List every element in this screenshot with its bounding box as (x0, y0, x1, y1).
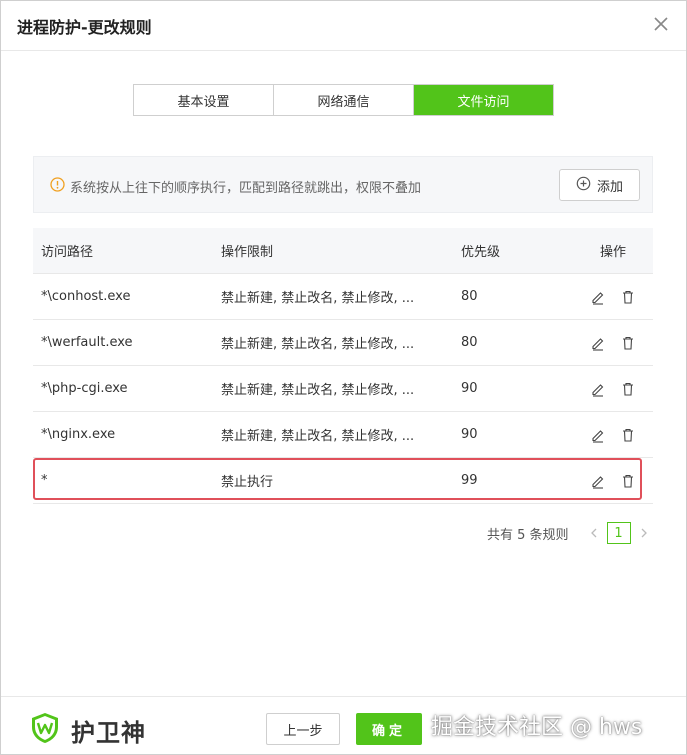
notice-bar: 系统按从上往下的顺序执行，匹配到路径就跳出，权限不叠加 添加 (33, 156, 653, 213)
add-button[interactable]: 添加 (559, 169, 640, 201)
tab-bar: 基本设置 网络通信 文件访问 (133, 84, 554, 116)
tab-network[interactable]: 网络通信 (274, 85, 414, 115)
pagination: 共有 5 条规则 1 (487, 521, 657, 545)
header-path: 访问路径 (41, 245, 94, 260)
tab-file-access[interactable]: 文件访问 (414, 85, 553, 115)
edit-icon[interactable] (590, 427, 606, 443)
chevron-right-icon[interactable] (637, 526, 651, 540)
trash-icon[interactable] (620, 289, 636, 305)
pagination-summary: 共有 5 条规则 (487, 527, 569, 543)
table-row: *\conhost.exe 禁止新建, 禁止改名, 禁止修改, ... 80 (33, 274, 653, 320)
cell-path: *\werfault.exe (41, 335, 133, 350)
cell-actions (573, 289, 653, 305)
brand-name: 护卫神 (71, 718, 146, 747)
table-header: 访问路径 操作限制 优先级 操作 (33, 228, 653, 274)
header-priority: 优先级 (461, 245, 501, 260)
close-icon[interactable] (650, 13, 672, 35)
edit-icon[interactable] (590, 335, 606, 351)
cell-path: * (41, 473, 48, 488)
cell-actions (573, 335, 653, 351)
cell-actions (573, 473, 653, 489)
table-row: *\nginx.exe 禁止新建, 禁止改名, 禁止修改, ... 90 (33, 412, 653, 458)
cell-limits: 禁止新建, 禁止改名, 禁止修改, ... (221, 383, 415, 398)
trash-icon[interactable] (620, 381, 636, 397)
dialog-footer: 护卫神 上一步 确定 掘金技术社区 @ hws (1, 696, 686, 755)
cell-priority: 90 (461, 381, 478, 396)
cell-limits: 禁止新建, 禁止改名, 禁止修改, ... (221, 291, 415, 306)
cell-actions (573, 427, 653, 443)
cell-path: *\nginx.exe (41, 427, 116, 442)
plus-circle-icon (576, 176, 591, 195)
table-row: *\werfault.exe 禁止新建, 禁止改名, 禁止修改, ... 80 (33, 320, 653, 366)
brand-logo: 护卫神 (29, 711, 146, 749)
info-circle-icon (50, 177, 65, 192)
cell-limits: 禁止新建, 禁止改名, 禁止修改, ... (221, 337, 415, 352)
table-row: *\php-cgi.exe 禁止新建, 禁止改名, 禁止修改, ... 90 (33, 366, 653, 412)
cell-priority: 80 (461, 289, 478, 304)
cell-path: *\php-cgi.exe (41, 381, 128, 396)
cell-priority: 99 (461, 473, 478, 488)
add-button-label: 添加 (596, 179, 623, 195)
cell-path: *\conhost.exe (41, 289, 131, 304)
page-number[interactable]: 1 (606, 522, 631, 544)
cell-actions (573, 381, 653, 397)
previous-step-button[interactable]: 上一步 (266, 713, 340, 745)
dialog-title: 进程防护-更改规则 (17, 18, 152, 37)
shield-w-icon (29, 711, 61, 749)
edit-icon[interactable] (590, 473, 606, 489)
trash-icon[interactable] (620, 427, 636, 443)
header-limits: 操作限制 (221, 245, 274, 260)
tab-basic-settings[interactable]: 基本设置 (134, 85, 274, 115)
confirm-button[interactable]: 确定 (356, 713, 422, 745)
header-actions: 操作 (599, 245, 626, 260)
rules-table: 访问路径 操作限制 优先级 操作 *\conhost.exe 禁止新建, 禁止改… (33, 228, 653, 504)
cell-priority: 80 (461, 335, 478, 350)
rule-edit-dialog: 进程防护-更改规则 基本设置 网络通信 文件访问 系统按从上往下的顺序执行，匹配… (0, 0, 687, 755)
chevron-left-icon[interactable] (587, 526, 601, 540)
trash-icon[interactable] (620, 335, 636, 351)
cell-limits: 禁止执行 (221, 475, 274, 490)
watermark: 掘金技术社区 @ hws (431, 715, 643, 740)
edit-icon[interactable] (590, 381, 606, 397)
cell-limits: 禁止新建, 禁止改名, 禁止修改, ... (221, 429, 415, 444)
dialog-titlebar: 进程防护-更改规则 (1, 1, 686, 51)
cell-priority: 90 (461, 427, 478, 442)
edit-icon[interactable] (590, 289, 606, 305)
trash-icon[interactable] (620, 473, 636, 489)
notice-text: 系统按从上往下的顺序执行，匹配到路径就跳出，权限不叠加 (70, 181, 422, 196)
table-row: * 禁止执行 99 (33, 458, 653, 504)
